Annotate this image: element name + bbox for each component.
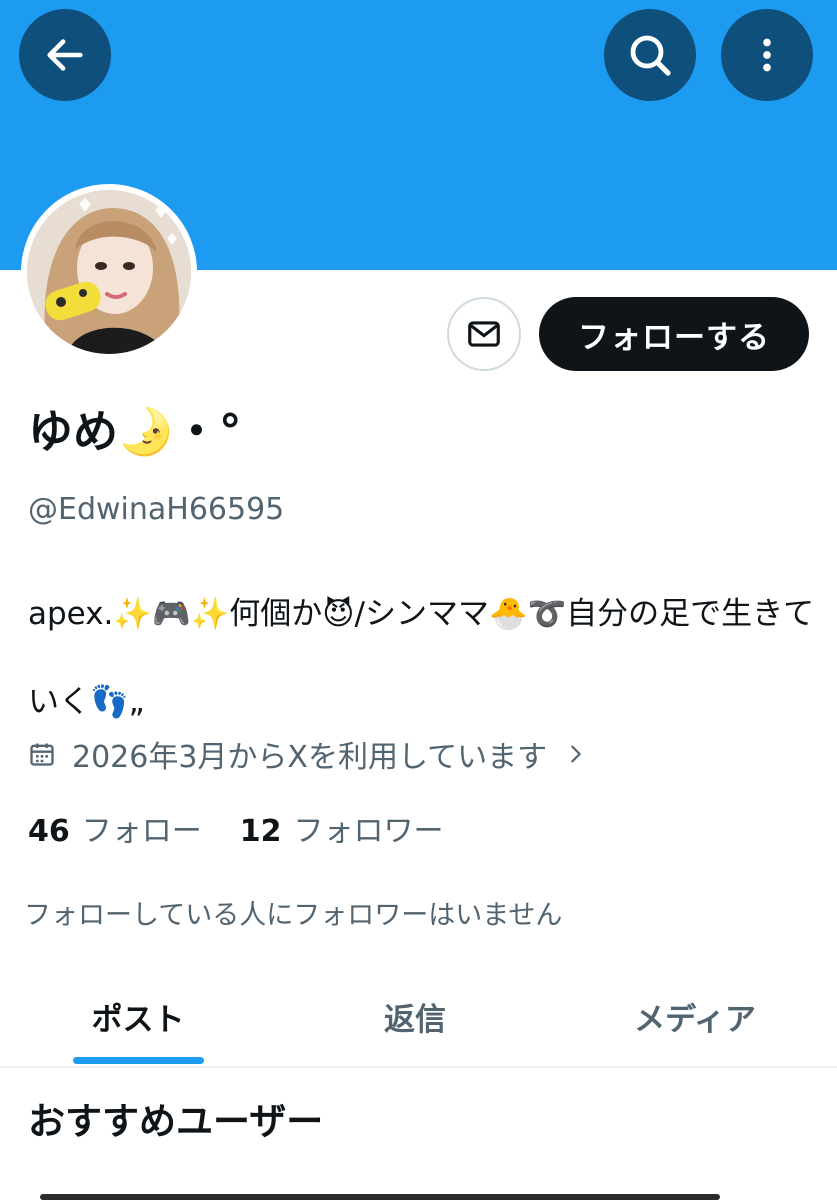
mutual-followers-note: フォローしている人にフォロワーはいません bbox=[24, 900, 563, 931]
joined-date-text: 2026年3月からXを利用しています bbox=[72, 740, 548, 775]
tab-posts[interactable]: ポスト bbox=[50, 966, 226, 1066]
avatar[interactable] bbox=[21, 184, 197, 360]
display-name: ゆめ🌛・° bbox=[28, 405, 242, 458]
profile-tabs: ポスト 返信 メディア bbox=[0, 966, 837, 1066]
followers-label: フォロワー bbox=[293, 814, 444, 849]
following-link[interactable]: 46 フォロー bbox=[28, 806, 202, 850]
followers-link[interactable]: 12 フォロワー bbox=[240, 806, 444, 850]
following-label: フォロー bbox=[81, 814, 202, 849]
profile-page: フォローする ゆめ🌛・° @EdwinaH66595 apex.✨🎮✨何個か😈/… bbox=[0, 0, 837, 1200]
follow-button[interactable]: フォローする bbox=[539, 297, 809, 371]
search-icon bbox=[630, 35, 671, 76]
active-tab-indicator bbox=[73, 1057, 204, 1064]
more-options-button[interactable] bbox=[721, 9, 813, 101]
profile-bio: apex.✨🎮✨何個か😈/シンママ🐣➰自分の足で生きていく👣„ bbox=[28, 596, 815, 720]
message-button[interactable] bbox=[447, 297, 521, 371]
arrow-left-icon bbox=[47, 39, 83, 71]
calendar-icon bbox=[28, 740, 56, 768]
tab-media[interactable]: メディア bbox=[600, 966, 790, 1066]
follow-stats: 46 フォロー 12 フォロワー bbox=[28, 806, 444, 850]
tab-replies[interactable]: 返信 bbox=[330, 966, 500, 1066]
recommended-card-edge bbox=[40, 1194, 720, 1200]
tabs-divider bbox=[0, 1066, 837, 1068]
back-button[interactable] bbox=[19, 9, 111, 101]
followers-count: 12 bbox=[239, 814, 282, 849]
avatar-photo bbox=[27, 190, 191, 354]
more-vertical-icon bbox=[763, 38, 771, 72]
chevron-right-icon bbox=[565, 741, 587, 767]
joined-date-row[interactable]: 2026年3月からXを利用しています bbox=[28, 732, 587, 776]
following-count: 46 bbox=[28, 814, 70, 849]
user-handle: @EdwinaH66595 bbox=[28, 492, 285, 527]
recommended-users-title: おすすめユーザー bbox=[28, 1100, 324, 1143]
envelope-icon bbox=[468, 321, 500, 347]
search-button[interactable] bbox=[604, 9, 696, 101]
